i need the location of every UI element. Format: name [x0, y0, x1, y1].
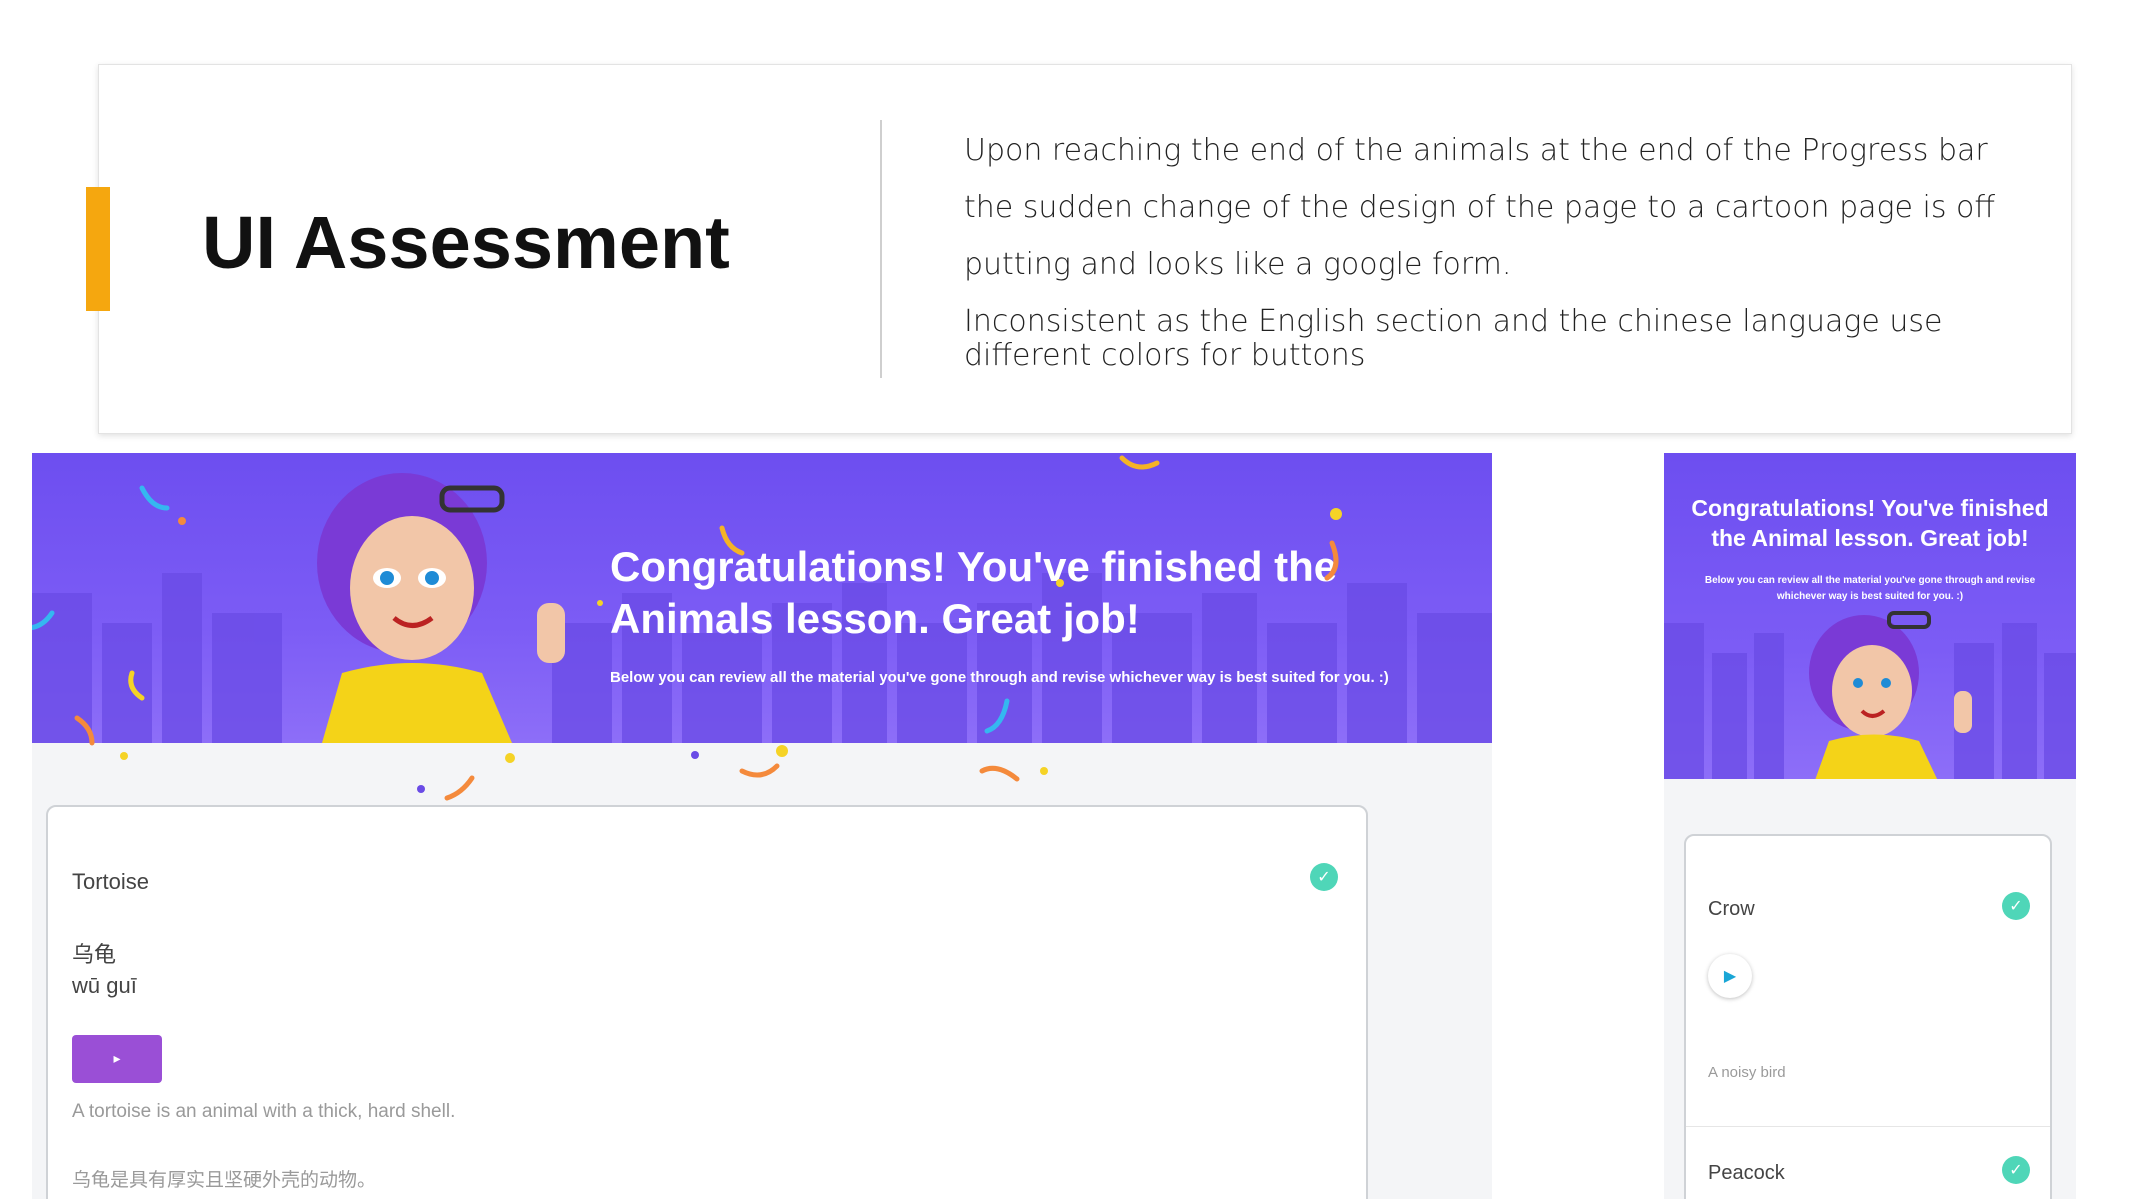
page-title: UI Assessment — [202, 201, 730, 284]
banner-subtitle: Below you can review all the material yo… — [610, 669, 1389, 686]
mobile-lesson-card: Crow ✓ ▶ A noisy bird Peacock ✓ — [1684, 834, 2052, 1199]
description-english: A tortoise is an animal with a thick, ha… — [72, 1101, 456, 1122]
mobile-screenshot: Congratulations! You've finished the Ani… — [1664, 453, 2076, 1199]
mobile-banner-subtitle: Below you can review all the material yo… — [1704, 575, 2036, 602]
accent-bar — [86, 187, 110, 311]
card-divider — [1686, 1126, 2050, 1127]
description-chinese: 乌龟是具有厚实且坚硬外壳的动物。 — [72, 1169, 377, 1191]
pinyin: wū guī — [72, 973, 137, 998]
congrats-banner: Congratulations! You've finished the Ani… — [32, 453, 1492, 743]
check-icon-peacock: ✓ — [2002, 1156, 2030, 1184]
play-button-crow[interactable]: ▶ — [1708, 954, 1752, 998]
banner-title: Congratulations! You've finished the Ani… — [610, 543, 1338, 642]
mobile-cartoon-character — [1809, 611, 1972, 779]
card-word-crow: Crow — [1708, 898, 1755, 920]
card-word: Tortoise — [72, 869, 150, 894]
check-icon-crow: ✓ — [2002, 892, 2030, 920]
desktop-screenshot: Congratulations! You've finished the Ani… — [32, 453, 1492, 1199]
mobile-banner-title: Congratulations! You've finished the Ani… — [1691, 495, 2049, 551]
assessment-notes: Upon reaching the end of the animals at … — [964, 122, 2024, 373]
play-button[interactable]: ▸ — [72, 1035, 162, 1083]
description-crow: A noisy bird — [1708, 1064, 1786, 1081]
mobile-congrats-banner: Congratulations! You've finished the Ani… — [1664, 453, 2076, 779]
check-icon: ✓ — [1310, 863, 1338, 891]
note-paragraph-2: Inconsistent as the English section and … — [964, 304, 1943, 373]
lesson-card: Tortoise ✓ 乌龟 wū guī ▸ A tortoise is an … — [46, 805, 1368, 1199]
chinese-word: 乌龟 — [72, 943, 117, 968]
vertical-divider — [880, 120, 882, 378]
card-word-peacock: Peacock — [1708, 1162, 1785, 1184]
cartoon-character — [317, 473, 565, 743]
note-paragraph-1: Upon reaching the end of the animals at … — [964, 133, 1996, 282]
